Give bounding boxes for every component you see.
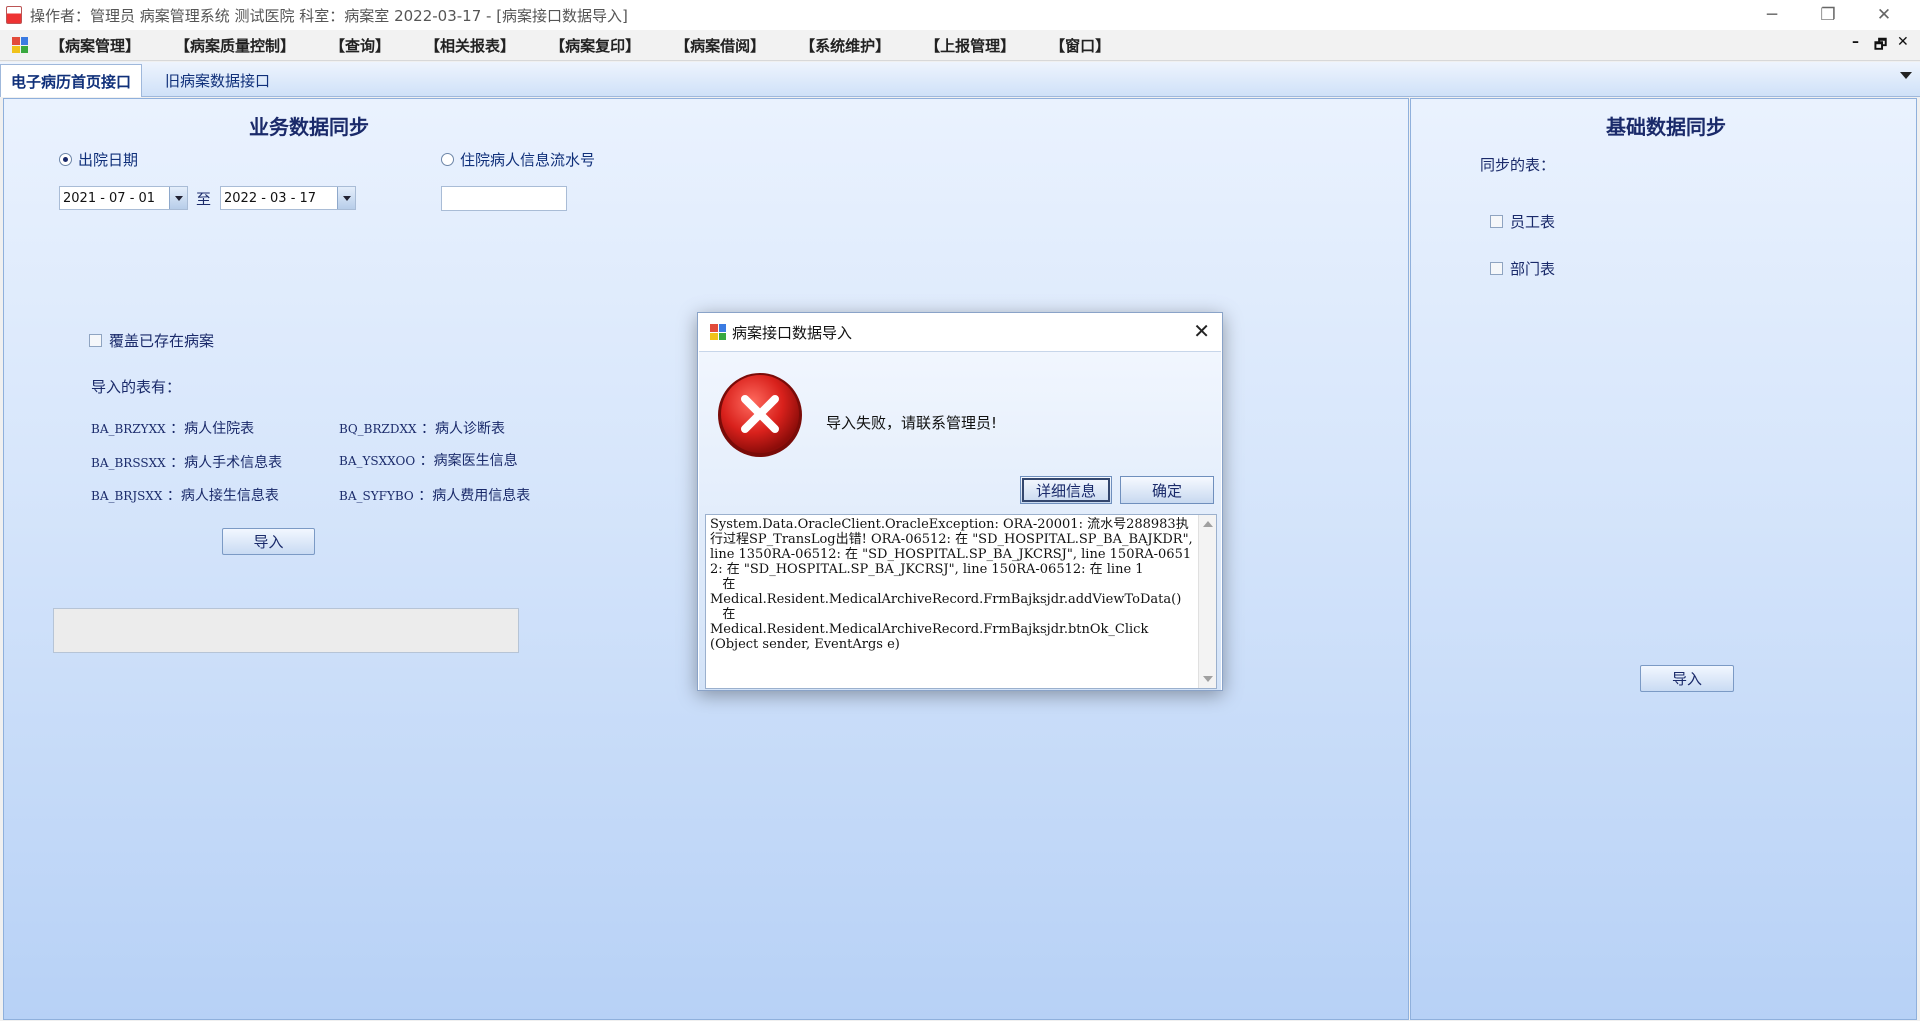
menu-copy[interactable]: 【病案复印】 [550, 35, 640, 56]
checkbox-icon [89, 334, 102, 347]
table-item: BA_BRSSXX ：病人手术信息表 [91, 455, 283, 471]
table-item: BQ_BRZDXX ：病人诊断表 [339, 421, 506, 437]
staff-table-label: 员工表 [1510, 213, 1556, 231]
overwrite-label: 覆盖已存在病案 [109, 332, 215, 350]
tab-dropdown-icon[interactable] [1900, 72, 1912, 79]
table-item: BA_BRJSXX ：病人接生信息表 [91, 488, 279, 504]
date-to-separator: 至 [196, 190, 212, 208]
dialog-close-icon[interactable]: ✕ [1193, 321, 1210, 341]
menu-query[interactable]: 【查询】 [330, 35, 390, 56]
radio-serial-label: 住院病人信息流水号 [460, 151, 596, 169]
overwrite-checkbox[interactable]: 覆盖已存在病案 [89, 330, 214, 351]
radio-discharge-label: 出院日期 [78, 151, 139, 169]
table-item: BA_YSXXOO ：病案医生信息 [339, 453, 518, 469]
dept-table-checkbox[interactable]: 部门表 [1490, 258, 1555, 279]
table-item: BA_BRZYXX ：病人住院表 [91, 421, 255, 437]
sync-tables-label: 同步的表： [1480, 156, 1556, 174]
dialog-title-bar: 病案接口数据导入 ✕ [698, 313, 1222, 351]
menu-borrow[interactable]: 【病案借阅】 [675, 35, 765, 56]
business-sync-title: 业务数据同步 [249, 115, 369, 139]
error-detail-text: System.Data.OracleClient.OracleException… [710, 517, 1193, 652]
mdi-minimize-button[interactable]: – [1852, 34, 1859, 50]
table-item: BA_SYFYBO ：病人费用信息表 [339, 488, 531, 504]
radio-serial-number[interactable]: 住院病人信息流水号 [441, 149, 595, 170]
tab-emr-homepage[interactable]: 电子病历首页接口 [0, 64, 143, 97]
tab-bar: 电子病历首页接口 旧病案数据接口 [0, 62, 1920, 97]
staff-table-checkbox[interactable]: 员工表 [1490, 211, 1555, 232]
base-import-button[interactable]: 导入 [1640, 665, 1734, 692]
serial-number-input[interactable] [441, 186, 567, 211]
maximize-window-button[interactable]: ❐ [1800, 0, 1856, 30]
dialog-title: 病案接口数据导入 [732, 323, 853, 342]
error-dialog: 病案接口数据导入 ✕ 导入失败，请联系管理员! 详细信息 确定 System.D… [697, 312, 1223, 691]
tables-label: 导入的表有： [91, 378, 182, 396]
menu-reports[interactable]: 【相关报表】 [425, 35, 515, 56]
import-progress-box [53, 608, 519, 653]
mdi-app-icon [12, 37, 28, 53]
menu-system[interactable]: 【系统维护】 [800, 35, 890, 56]
error-detail-textbox[interactable]: System.Data.OracleClient.OracleException… [705, 514, 1217, 689]
date-to-value: 2022 - 03 - 17 [224, 190, 317, 206]
mdi-close-button[interactable]: ✕ [1897, 34, 1909, 50]
app-icon [6, 6, 22, 24]
menu-quality-control[interactable]: 【病案质量控制】 [175, 35, 295, 56]
details-button[interactable]: 详细信息 [1020, 476, 1112, 504]
base-sync-title: 基础数据同步 [1606, 115, 1726, 139]
error-icon [718, 373, 802, 457]
menu-medical-record[interactable]: 【病案管理】 [50, 35, 140, 56]
mdi-restore-button[interactable]: 🗗 [1874, 34, 1887, 58]
menu-report-upload[interactable]: 【上报管理】 [925, 35, 1015, 56]
checkbox-icon [1490, 215, 1503, 228]
title-bar: 操作者：管理员 病案管理系统 测试医院 科室：病案室 2022-03-17 - … [0, 0, 1920, 30]
dialog-body: 导入失败，请联系管理员! 详细信息 确定 System.Data.OracleC… [699, 351, 1221, 690]
date-from-dropdown-icon[interactable] [169, 187, 187, 209]
menu-window[interactable]: 【窗口】 [1050, 35, 1110, 56]
dialog-app-icon [710, 324, 726, 340]
scroll-down-icon[interactable] [1203, 676, 1213, 682]
radio-discharge-date[interactable]: 出院日期 [59, 149, 138, 170]
minimize-window-button[interactable]: ─ [1744, 0, 1800, 30]
scroll-up-icon[interactable] [1203, 521, 1213, 527]
menu-bar: 【病案管理】 【病案质量控制】 【查询】 【相关报表】 【病案复印】 【病案借阅… [0, 30, 1920, 61]
error-message: 导入失败，请联系管理员! [826, 414, 998, 432]
checkbox-icon [1490, 262, 1503, 275]
dept-table-label: 部门表 [1510, 260, 1556, 278]
date-to-dropdown-icon[interactable] [337, 187, 355, 209]
base-sync-panel: 基础数据同步 同步的表： 员工表 部门表 导入 [1410, 98, 1917, 1020]
radio-unselected-icon [441, 153, 454, 166]
close-window-button[interactable]: ✕ [1856, 0, 1912, 30]
radio-selected-icon [59, 153, 72, 166]
date-from-value: 2021 - 07 - 01 [63, 190, 156, 206]
detail-scrollbar[interactable] [1198, 515, 1216, 688]
window-title: 操作者：管理员 病案管理系统 测试医院 科室：病案室 2022-03-17 - … [30, 6, 628, 25]
business-import-button[interactable]: 导入 [222, 528, 315, 555]
tab-old-records[interactable]: 旧病案数据接口 [155, 64, 280, 97]
date-to-picker[interactable]: 2022 - 03 - 17 [220, 186, 356, 210]
date-from-picker[interactable]: 2021 - 07 - 01 [59, 186, 188, 210]
ok-button[interactable]: 确定 [1120, 476, 1214, 504]
